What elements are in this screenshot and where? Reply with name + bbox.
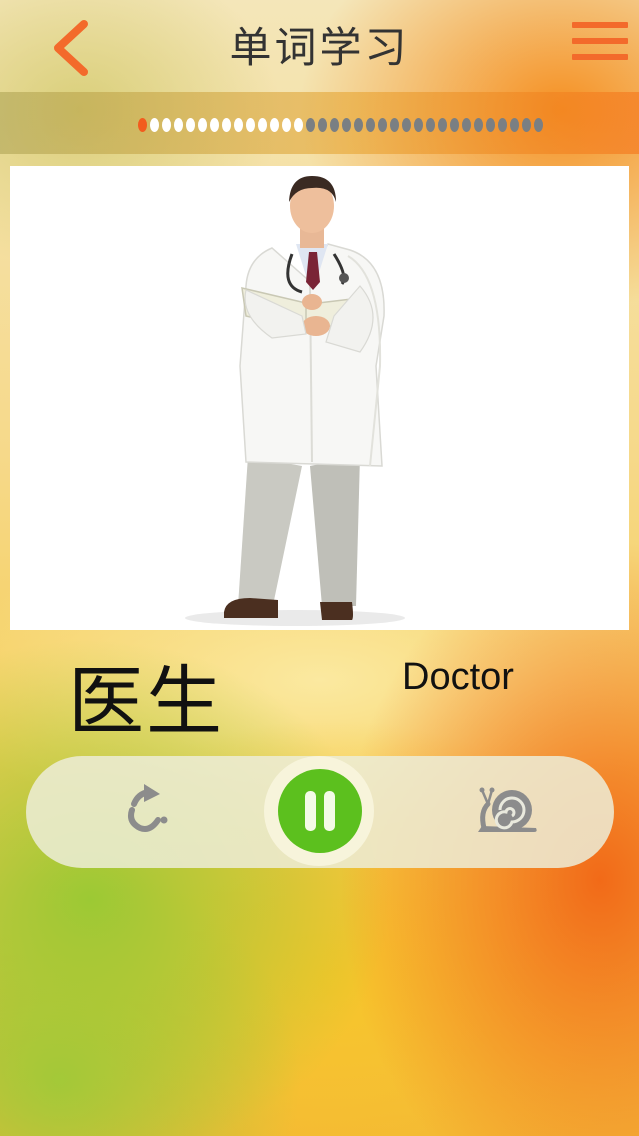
progress-dot <box>222 118 231 132</box>
repeat-icon <box>128 784 168 832</box>
progress-dot <box>306 118 315 132</box>
progress-dot <box>366 118 375 132</box>
hamburger-line <box>572 54 628 60</box>
pause-icon <box>305 791 316 831</box>
progress-dot <box>486 118 495 132</box>
progress-dot <box>210 118 219 132</box>
progress-dot <box>282 118 291 132</box>
progress-dot <box>414 118 423 132</box>
progress-dot <box>498 118 507 132</box>
header: 单词学习 <box>0 0 639 92</box>
progress-dot <box>162 118 171 132</box>
page-title: 单词学习 <box>229 23 410 72</box>
progress-dot <box>462 118 471 132</box>
progress-dot <box>270 118 279 132</box>
progress-dot <box>198 118 207 132</box>
progress-dot <box>354 118 363 132</box>
hamburger-line <box>572 38 628 44</box>
progress-dot <box>510 118 519 132</box>
progress-dot <box>174 118 183 132</box>
word-english: Doctor <box>402 656 514 698</box>
pause-icon-bar <box>324 791 335 831</box>
progress-dot <box>402 118 411 132</box>
progress-dot <box>390 118 399 132</box>
progress-dot <box>426 118 435 132</box>
slow-speed-button[interactable] <box>474 782 540 838</box>
repeat-button[interactable] <box>120 782 176 840</box>
progress-dot <box>342 118 351 132</box>
progress-dot <box>234 118 243 132</box>
word-chinese: 医生 <box>68 657 224 746</box>
progress-dot <box>294 118 303 132</box>
doctor-photo <box>185 176 405 626</box>
word-picture <box>10 166 629 630</box>
progress-dot <box>474 118 483 132</box>
pause-button[interactable] <box>278 769 362 853</box>
progress-dot <box>258 118 267 132</box>
progress-dot <box>138 118 147 132</box>
progress-dot <box>186 118 195 132</box>
progress-dot <box>534 118 543 132</box>
progress-dot <box>246 118 255 132</box>
progress-dot <box>438 118 447 132</box>
progress-dot <box>378 118 387 132</box>
progress-dot <box>522 118 531 132</box>
hamburger-menu-icon <box>572 22 628 28</box>
progress-dots <box>138 118 543 132</box>
progress-dot <box>450 118 459 132</box>
menu-button[interactable] <box>572 22 628 72</box>
progress-dot <box>150 118 159 132</box>
progress-dot <box>330 118 339 132</box>
snail-icon <box>478 787 537 832</box>
progress-dot <box>318 118 327 132</box>
